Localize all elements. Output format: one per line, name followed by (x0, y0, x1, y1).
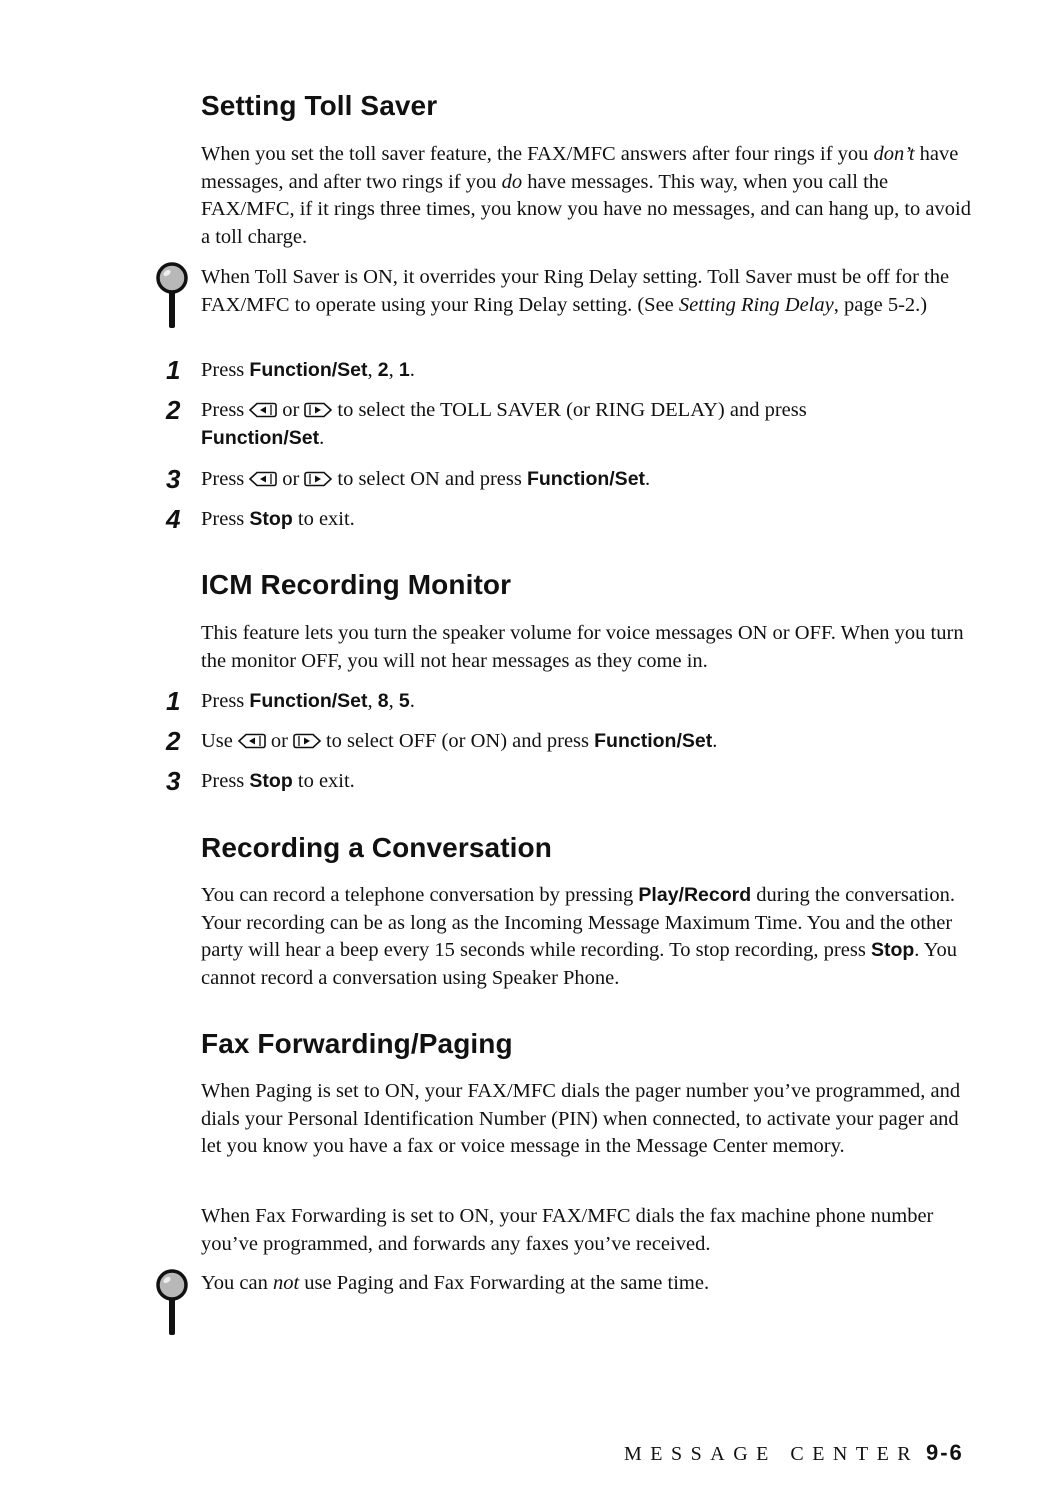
step-item: Press Function/Set, 8, 5. (201, 690, 415, 712)
step-number: 2 (166, 395, 181, 425)
step-number: 3 (166, 766, 181, 796)
section-title-toll-saver: Setting Toll Saver (201, 90, 438, 121)
right-arrow-key-icon (303, 402, 333, 418)
toll-saver-intro: When you set the toll saver feature, the… (201, 143, 971, 248)
step-item: Press or to select the TOLL SAVER (or RING… (201, 399, 807, 449)
step-number: 3 (166, 464, 181, 494)
recording-conversation-body: You can record a telephone conversation … (201, 884, 958, 989)
step-item: Press or to select ON and press Function/S… (201, 468, 651, 490)
step-item: Press Stop to exit. (201, 770, 355, 792)
manual-page: Setting Toll Saver When you set the toll… (0, 0, 1058, 1500)
section-title-fax-forwarding: Fax Forwarding/Paging (201, 1028, 513, 1059)
left-arrow-key-icon (248, 402, 278, 418)
right-arrow-key-icon (292, 733, 322, 749)
toll-saver-note: When Toll Saver is ON, it overrides your… (201, 266, 950, 316)
fax-forwarding-note: You can not use Paging and Fax Forwardin… (201, 1272, 710, 1294)
magnifier-note-icon (155, 1268, 189, 1336)
step-number: 4 (166, 504, 181, 534)
right-arrow-key-icon (303, 471, 333, 487)
step-number: 1 (166, 355, 181, 385)
left-arrow-key-icon (237, 733, 267, 749)
section-title-icm-monitor: ICM Recording Monitor (201, 569, 512, 600)
step-item: Press Function/Set, 2, 1. (201, 359, 415, 381)
step-item: Use or to select OFF (or ON) and press Fun… (201, 730, 718, 752)
step-item: Press Stop to exit. (201, 508, 355, 530)
step-number: 2 (166, 726, 181, 756)
section-title-recording-conversation: Recording a Conversation (201, 832, 552, 863)
footer-chapter-label: MESSAGE CENTER (624, 1443, 920, 1465)
footer-page-number: 9-6 (926, 1440, 964, 1465)
fax-forwarding-para-2: When Fax Forwarding is set to ON, your F… (201, 1205, 934, 1255)
fax-forwarding-para-1: When Paging is set to ON, your FAX/MFC d… (201, 1080, 961, 1157)
step-number: 1 (166, 686, 181, 716)
magnifier-note-icon (155, 261, 189, 329)
icm-monitor-intro: This feature lets you turn the speaker v… (201, 622, 964, 672)
left-arrow-key-icon (248, 471, 278, 487)
